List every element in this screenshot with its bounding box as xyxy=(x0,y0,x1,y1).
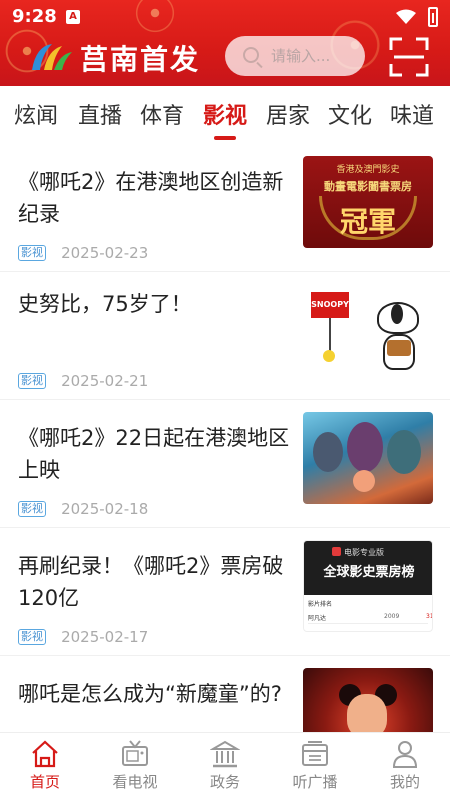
thumb-table-cell: 2009 xyxy=(384,613,400,620)
search-icon xyxy=(243,47,259,63)
news-thumbnail: SNOOPY xyxy=(303,284,433,376)
nav-government[interactable]: 政务 xyxy=(180,733,270,800)
category-badge: 影视 xyxy=(18,500,46,517)
news-meta: 影视 2025-02-23 xyxy=(18,242,149,262)
news-item[interactable]: 哪吒是怎么成为“新魔童”的? xyxy=(0,656,450,732)
tab-xuanwen[interactable]: 炫闻 xyxy=(14,98,58,130)
nav-radio[interactable]: 听广播 xyxy=(270,733,360,800)
character-figure xyxy=(353,470,375,492)
news-title: 《哪吒2》22日起在港澳地区上映 xyxy=(18,426,290,482)
profile-icon xyxy=(392,741,418,768)
scan-button[interactable] xyxy=(388,36,430,78)
tab-jujia[interactable]: 居家 xyxy=(266,98,310,130)
nav-profile[interactable]: 我的 xyxy=(360,733,450,800)
tab-weidao[interactable]: 味道 xyxy=(390,98,434,130)
news-title: 史努比，75岁了！ xyxy=(18,292,192,316)
character-figure xyxy=(347,422,383,472)
news-list: 《哪吒2》在港澳地区创造新纪录 影视 2025-02-23 香港及澳門影史 動畫… xyxy=(0,144,450,732)
category-tabs: 炫闻 直播 体育 影视 居家 文化 味道 xyxy=(0,86,450,144)
nav-label: 首页 xyxy=(29,773,60,791)
news-title: 再刷纪录！《哪吒2》票房破120亿 xyxy=(18,554,284,610)
nav-label: 看电视 xyxy=(112,773,158,791)
radio-icon xyxy=(302,741,328,766)
app-logo xyxy=(32,44,72,70)
nav-tv[interactable]: 看电视 xyxy=(90,733,180,800)
thumb-brand: 电影专业版 xyxy=(344,548,384,557)
news-title: 哪吒是怎么成为“新魔童”的? xyxy=(18,682,282,706)
news-meta: 影视 2025-02-17 xyxy=(18,626,149,646)
nav-label: 我的 xyxy=(389,773,420,791)
wifi-icon xyxy=(396,9,416,24)
tab-tiyu[interactable]: 体育 xyxy=(140,98,184,130)
category-badge: 影视 xyxy=(18,628,46,645)
thumb-table-cell: 阿凡达 xyxy=(308,615,327,622)
thumb-table-header: 影片排名 xyxy=(308,601,333,608)
active-tab-indicator xyxy=(214,136,236,140)
news-item[interactable]: 再刷纪录！《哪吒2》票房破120亿 影视 2025-02-17 电影专业版 全球… xyxy=(0,528,450,656)
tab-wenhua[interactable]: 文化 xyxy=(328,98,372,130)
tab-yingshi[interactable]: 影视 xyxy=(203,98,247,130)
news-item[interactable]: 史努比，75岁了！ 影视 2025-02-21 SNOOPY xyxy=(0,272,450,400)
app-header: 9:28 A 莒南首发 xyxy=(0,0,450,86)
category-badge: 影视 xyxy=(18,372,46,389)
news-item[interactable]: 《哪吒2》在港澳地区创造新纪录 影视 2025-02-23 香港及澳門影史 動畫… xyxy=(0,144,450,272)
news-date: 2025-02-23 xyxy=(61,243,149,262)
snoopy-sign: SNOOPY xyxy=(311,292,349,318)
status-bar: 9:28 A xyxy=(0,0,450,34)
app-title: 莒南首发 xyxy=(80,43,201,76)
thumb-caption: 動畫電影闔書票房 xyxy=(324,180,412,193)
snoopy-ear xyxy=(391,304,403,324)
notification-icon: A xyxy=(66,10,80,24)
snoopy-vest xyxy=(387,340,411,356)
news-title: 《哪吒2》在港澳地区创造新纪录 xyxy=(18,170,284,226)
news-date: 2025-02-18 xyxy=(61,499,149,518)
news-thumbnail xyxy=(303,668,433,732)
bottom-navigation: 首页 看电视 政务 听广播 我的 xyxy=(0,732,450,800)
category-badge: 影视 xyxy=(18,244,46,261)
news-meta: 影视 2025-02-21 xyxy=(18,370,149,390)
woodstock-figure xyxy=(323,350,335,362)
news-thumbnail xyxy=(303,412,433,504)
search-box[interactable] xyxy=(225,36,365,76)
news-date: 2025-02-17 xyxy=(61,627,149,646)
government-icon xyxy=(210,740,240,768)
status-time: 9:28 xyxy=(12,6,57,27)
news-date: 2025-02-21 xyxy=(61,371,149,390)
tv-icon xyxy=(122,740,148,766)
nav-home[interactable]: 首页 xyxy=(0,733,90,800)
news-meta: 影视 2025-02-18 xyxy=(18,498,149,518)
battery-icon xyxy=(428,7,438,27)
character-face xyxy=(347,694,387,732)
news-thumbnail: 香港及澳門影史 動畫電影闔書票房 冠軍 xyxy=(303,156,433,248)
nav-label: 政务 xyxy=(209,773,240,791)
character-figure xyxy=(387,430,421,474)
thumb-headline: 全球影史票房榜 xyxy=(323,565,415,580)
search-input[interactable] xyxy=(271,45,359,67)
character-figure xyxy=(313,432,343,472)
tab-zhibo[interactable]: 直播 xyxy=(78,98,122,130)
home-icon xyxy=(32,740,58,768)
brand-logo-icon xyxy=(332,547,341,556)
table-divider xyxy=(308,623,428,624)
nav-label: 听广播 xyxy=(292,773,338,791)
news-thumbnail: 电影专业版 全球影史票房榜 影片排名 阿凡达 2009 31 xyxy=(303,540,433,632)
thumb-headline: 冠軍 xyxy=(339,205,396,238)
thumb-caption: 香港及澳門影史 xyxy=(336,165,400,175)
news-item[interactable]: 《哪吒2》22日起在港澳地区上映 影视 2025-02-18 xyxy=(0,400,450,528)
thumb-table-cell: 31 xyxy=(426,613,433,620)
